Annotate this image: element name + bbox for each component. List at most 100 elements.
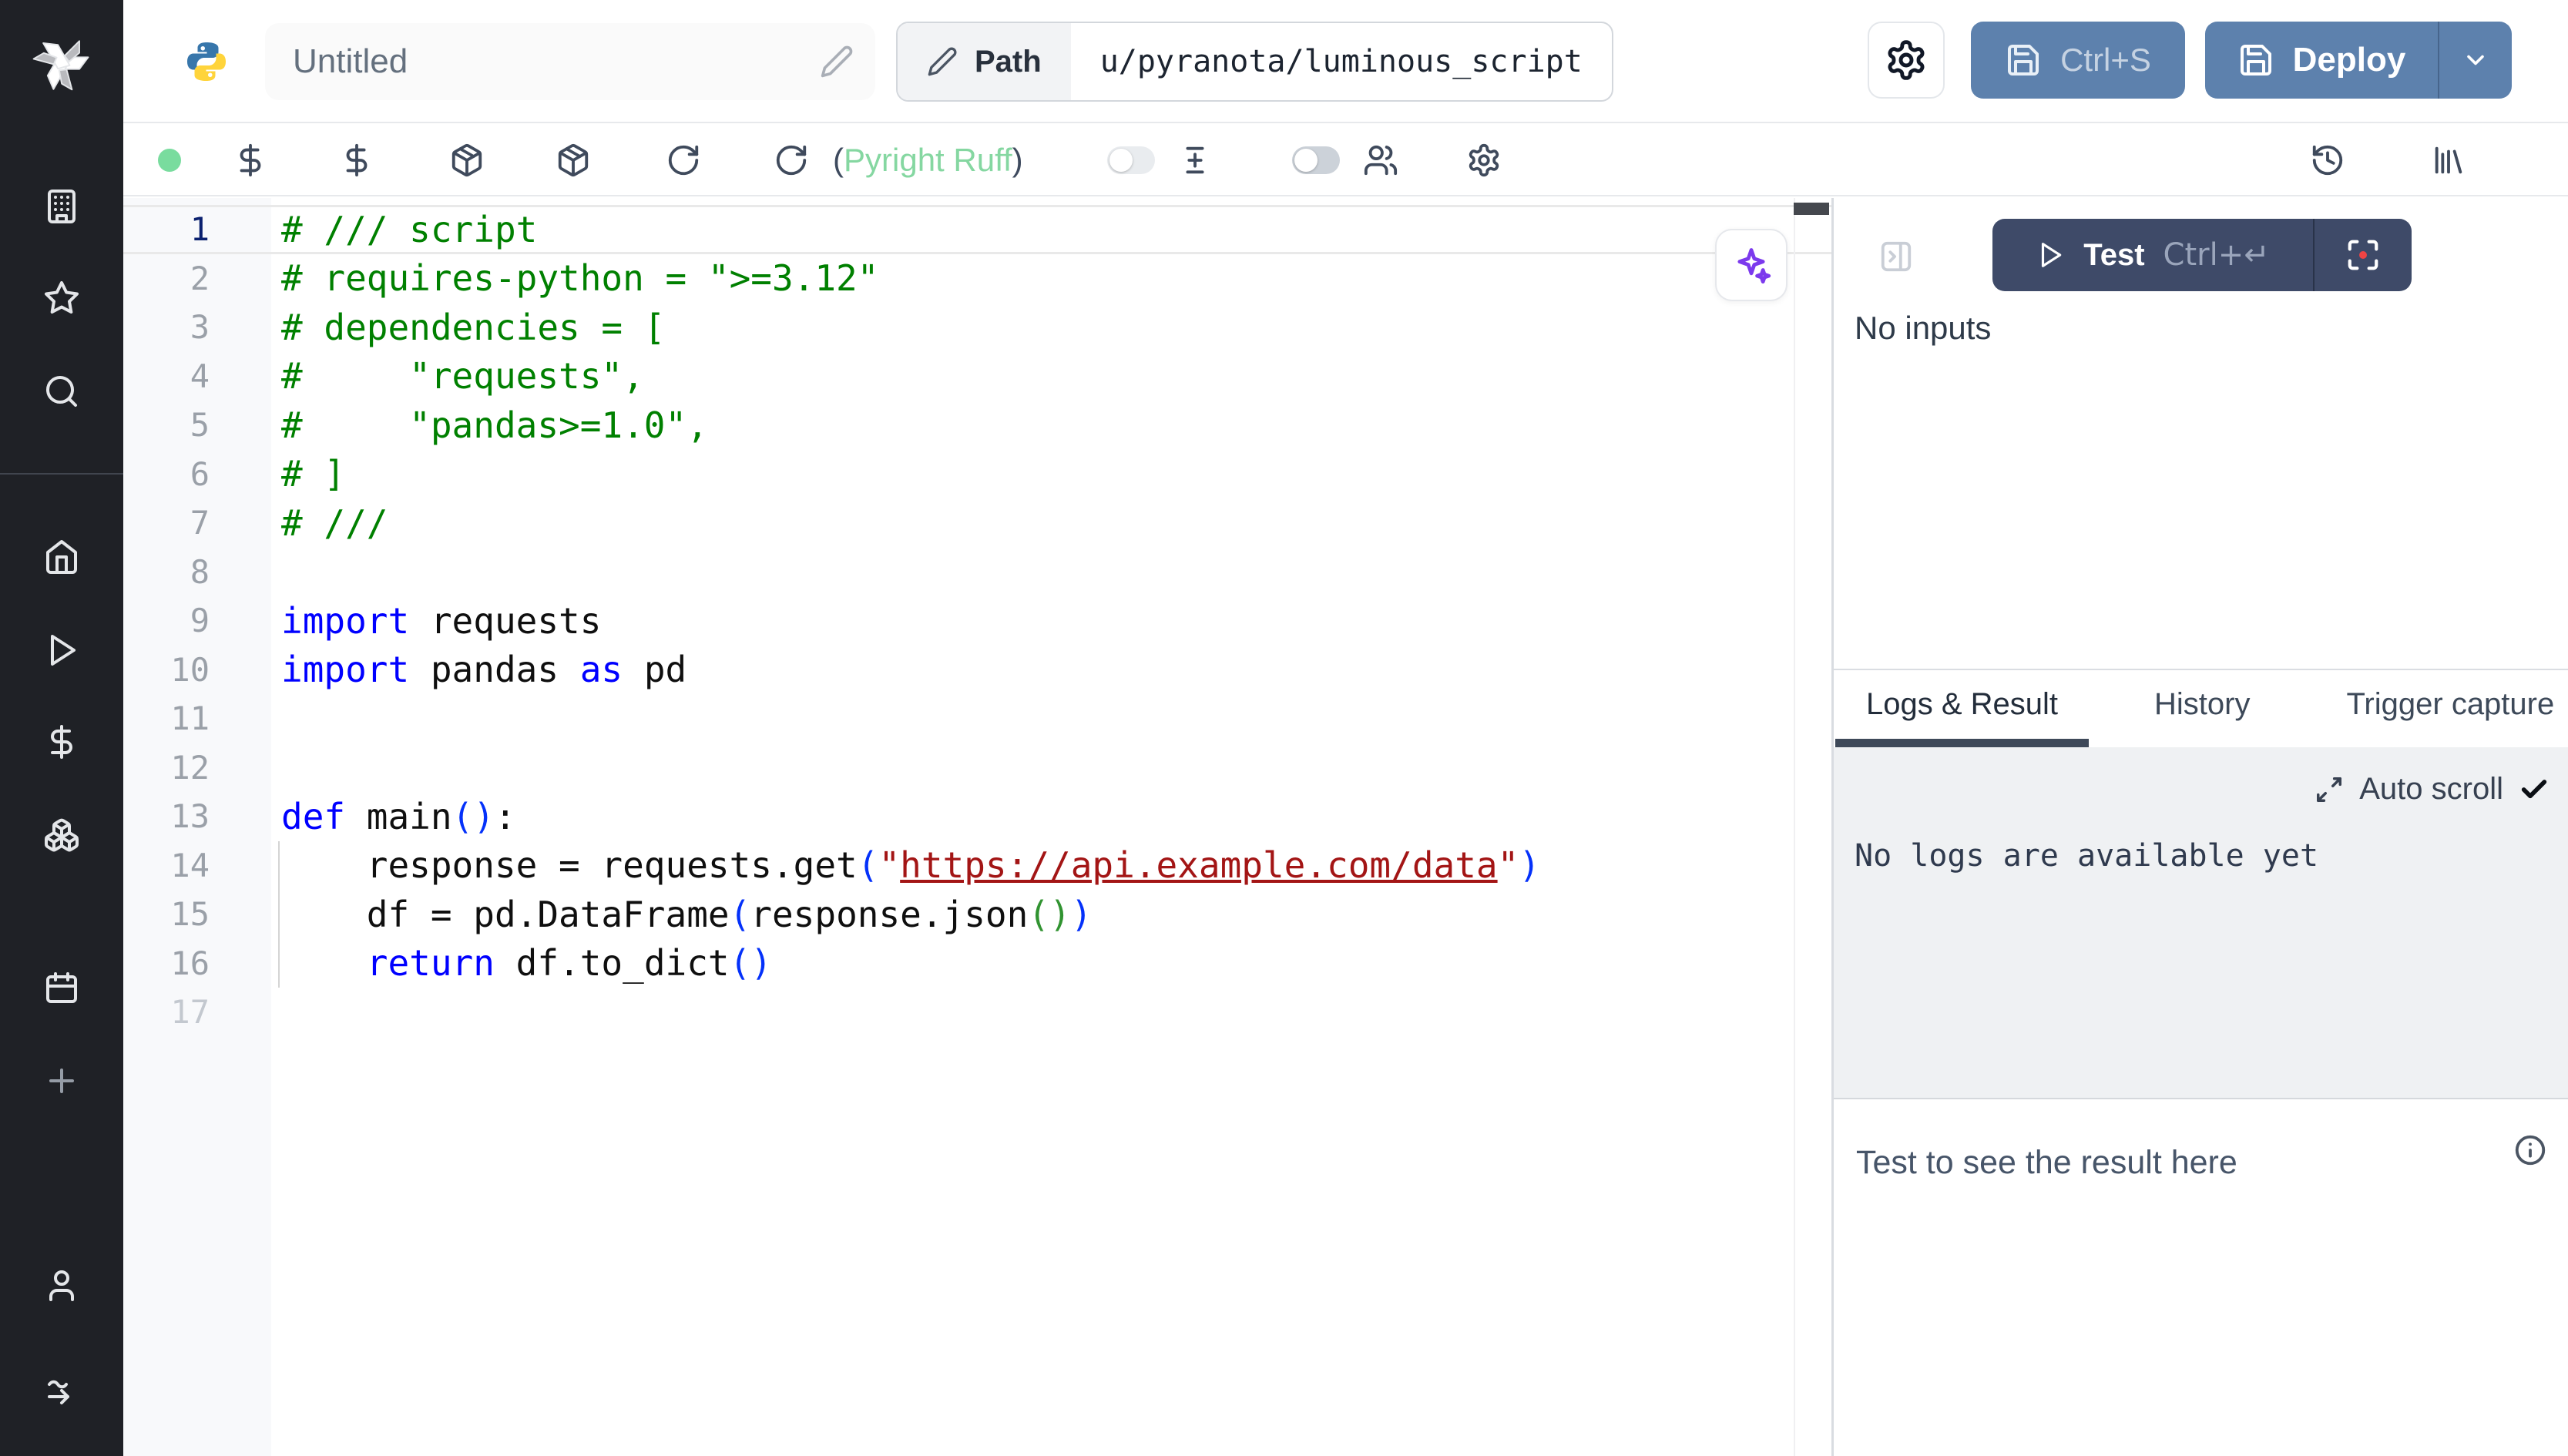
reload-button[interactable]: [666, 143, 701, 178]
editor-scrollbar-thumb[interactable]: [1794, 203, 1829, 215]
sidebar-item-account[interactable]: [0, 1256, 123, 1318]
lint-name: Pyright Ruff: [844, 142, 1012, 178]
auto-scroll-control[interactable]: Auto scroll: [2315, 772, 2550, 807]
code-line[interactable]: 4# "requests",: [123, 352, 1831, 401]
code-text: import requests: [281, 600, 601, 642]
code-line[interactable]: 3# dependencies = [: [123, 303, 1831, 352]
multiplayer-toggle[interactable]: [1292, 146, 1340, 174]
script-title-field[interactable]: Untitled: [265, 23, 875, 100]
sidebar-item-runs[interactable]: [0, 621, 123, 683]
path-widget[interactable]: Path u/pyranota/luminous_script: [896, 22, 1613, 102]
edit-title-pencil-icon[interactable]: [820, 45, 854, 79]
no-inputs-text: No inputs: [1855, 310, 1991, 347]
deploy-button[interactable]: Deploy: [2205, 22, 2512, 99]
code-line[interactable]: 12: [123, 743, 1831, 793]
diff-toggle[interactable]: [1107, 146, 1155, 174]
code-text: response = requests.get("https://api.exa…: [281, 844, 1540, 886]
sidebar-item-more[interactable]: [0, 1052, 123, 1113]
tab-history[interactable]: History: [2123, 670, 2281, 747]
code-line[interactable]: 6# ]: [123, 450, 1831, 499]
home-icon: [43, 538, 80, 579]
code-line[interactable]: 17: [123, 988, 1831, 1037]
code-line[interactable]: 9import requests: [123, 596, 1831, 646]
sidebar-item-resources[interactable]: [0, 806, 123, 867]
add-variable-button[interactable]: [233, 143, 268, 178]
code-line[interactable]: 10 import pandas as pd: [123, 646, 1831, 695]
expand-arrow-icon: [43, 1374, 80, 1414]
logs-empty-text: No logs are available yet: [1855, 838, 2318, 874]
gear-icon: [1885, 39, 1928, 82]
ai-assistant-button[interactable]: [1715, 229, 1788, 301]
path-value[interactable]: u/pyranota/luminous_script: [1071, 23, 1612, 100]
code-line[interactable]: 11: [123, 694, 1831, 743]
focus-capture-icon: [2345, 237, 2381, 273]
save-button[interactable]: Ctrl+S: [1971, 22, 2185, 99]
sparkles-wand-icon: [1731, 245, 1771, 285]
script-title: Untitled: [293, 42, 408, 81]
history-button[interactable]: [2310, 143, 2345, 178]
plus-icon: [43, 1062, 80, 1103]
code-text: # requires-python = ">=3.12": [281, 257, 878, 299]
deploy-main[interactable]: Deploy: [2205, 22, 2438, 99]
settings-button[interactable]: [1868, 22, 1945, 99]
add-variable-button-2[interactable]: [339, 143, 374, 178]
code-line[interactable]: 14 response = requests.get("https://api.…: [123, 841, 1831, 891]
test-shortcut: Ctrl+↵: [2163, 237, 2270, 273]
panel-right-icon: [1878, 239, 1914, 274]
code-line[interactable]: 13 def main():: [123, 792, 1831, 841]
editor-settings-button[interactable]: [1466, 143, 1502, 178]
tab-trigger-capture[interactable]: Trigger capture: [2315, 670, 2568, 747]
tab-logs-result[interactable]: Logs & Result: [1835, 670, 2089, 747]
code-line[interactable]: 5# "pandas>=1.0",: [123, 401, 1831, 450]
status-dot: [158, 149, 181, 172]
sidebar-item-schedules[interactable]: [0, 958, 123, 1020]
add-resource-button[interactable]: [449, 143, 485, 178]
code-line[interactable]: 1# /// script: [123, 205, 1831, 254]
collapse-panel-button[interactable]: [1878, 239, 1914, 274]
code-line[interactable]: 8: [123, 548, 1831, 597]
line-number: 15: [123, 895, 210, 933]
code-editor[interactable]: 1# /// script2# requires-python = ">=3.1…: [123, 198, 1831, 1456]
reload-button-2[interactable]: [774, 143, 809, 178]
save-icon: [2005, 42, 2042, 79]
edit-path-pencil-icon: [927, 46, 958, 77]
capture-test-button[interactable]: [2315, 219, 2412, 291]
library-button[interactable]: [2431, 143, 2466, 178]
deploy-dropdown[interactable]: [2439, 22, 2512, 99]
code-text: import pandas as pd: [281, 649, 686, 690]
code-text: # ]: [281, 453, 345, 495]
deploy-label: Deploy: [2293, 41, 2406, 79]
line-number: 13: [123, 797, 210, 835]
play-icon: [2036, 240, 2065, 270]
add-resource-button-2[interactable]: [556, 143, 591, 178]
code-text: # ///: [281, 502, 388, 544]
building-icon: [43, 188, 80, 229]
code-text: # /// script: [281, 209, 537, 250]
code-line[interactable]: 7# ///: [123, 498, 1831, 548]
code-text: def main():: [281, 796, 516, 837]
sidebar-item-expand[interactable]: [0, 1363, 123, 1424]
dollar-icon: [43, 723, 80, 764]
chevron-down-icon: [2462, 46, 2489, 74]
sidebar-item-workspace[interactable]: [0, 177, 123, 239]
code-line[interactable]: 16 return df.to_dict(): [123, 939, 1831, 988]
auto-scroll-label: Auto scroll: [2359, 772, 2503, 807]
test-run[interactable]: Test Ctrl+↵: [1992, 219, 2313, 291]
logs-area: Auto scroll No logs are available yet: [1834, 747, 2568, 1098]
code-text: # "requests",: [281, 355, 644, 397]
code-text: df = pd.DataFrame(response.json()): [281, 894, 1092, 935]
sidebar-item-search[interactable]: [0, 362, 123, 424]
info-button[interactable]: [2513, 1132, 2548, 1168]
sidebar-item-home[interactable]: [0, 528, 123, 589]
sidebar-item-variables[interactable]: [0, 713, 123, 774]
save-icon: [2237, 42, 2274, 79]
dollar-icon: [339, 143, 374, 178]
test-button[interactable]: Test Ctrl+↵: [1992, 219, 2412, 291]
windmill-logo[interactable]: [0, 28, 123, 99]
code-line[interactable]: 2# requires-python = ">=3.12": [123, 254, 1831, 304]
line-number: 10: [123, 651, 210, 689]
code-lines[interactable]: 1# /// script2# requires-python = ">=3.1…: [123, 205, 1831, 1037]
line-number: 3: [123, 308, 210, 346]
sidebar-item-favorites[interactable]: [0, 269, 123, 330]
code-line[interactable]: 15 df = pd.DataFrame(response.json()): [123, 890, 1831, 939]
